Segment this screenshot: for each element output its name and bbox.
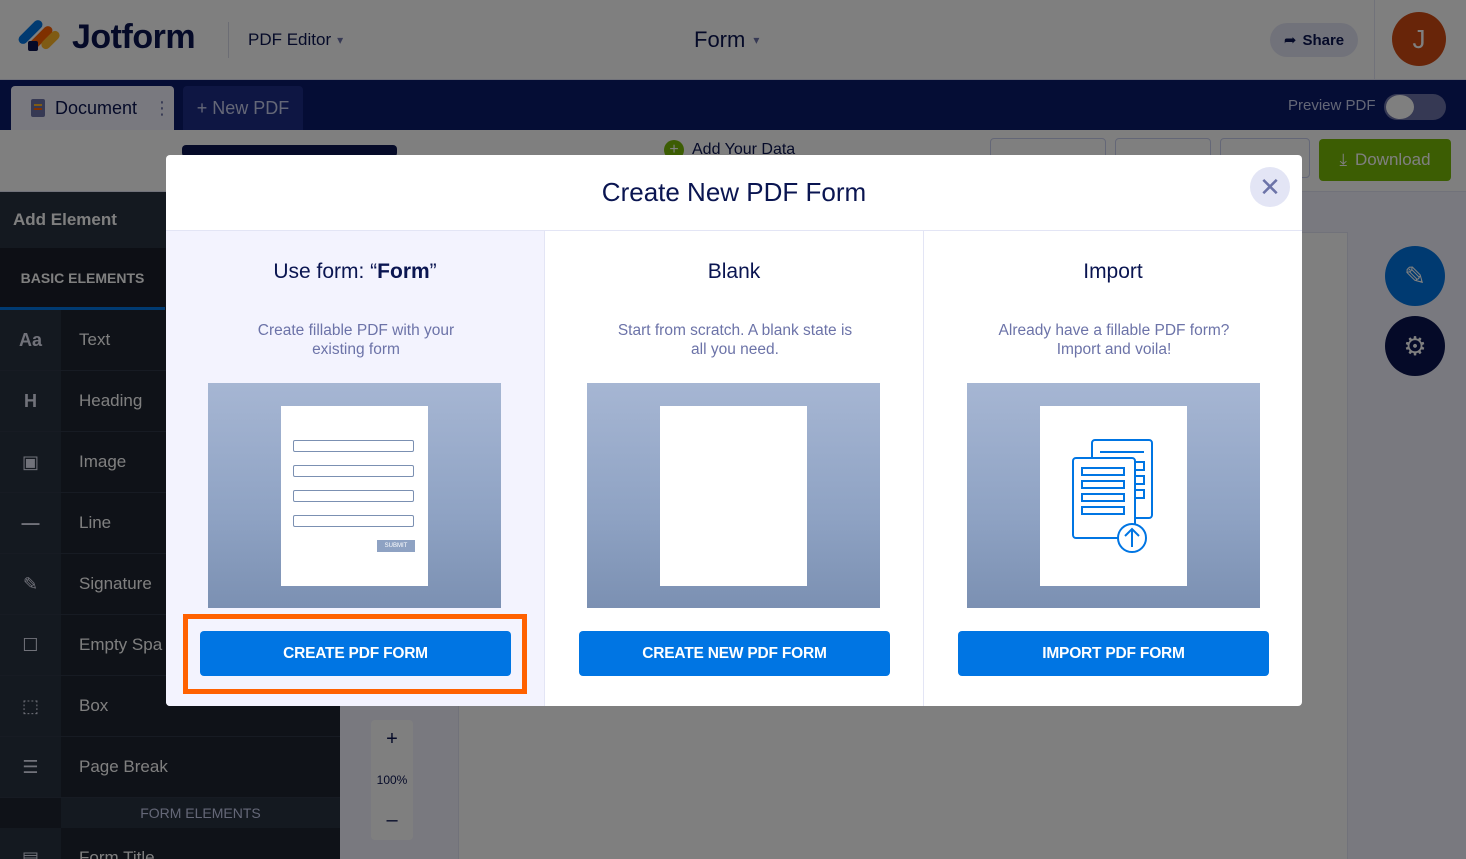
form-field <box>293 490 414 502</box>
create-new-pdf-form-button[interactable]: CREATE NEW PDF FORM <box>579 631 890 676</box>
option-title: Import <box>1083 260 1143 283</box>
create-pdf-form-button[interactable]: CREATE PDF FORM <box>200 631 511 676</box>
option-use-form[interactable]: Use form: “Form” Create fillable PDF wit… <box>166 231 545 706</box>
option-title-suffix: ” <box>429 260 437 283</box>
document-upload-icon <box>1072 439 1153 553</box>
option-description: Create fillable PDF with your existing f… <box>257 322 455 358</box>
option-description: Already have a fillable PDF form? Import… <box>998 322 1230 358</box>
modal-header: Create New PDF Form <box>166 155 1302 231</box>
option-title-form-name: Form <box>377 260 430 283</box>
import-sheet <box>1040 406 1187 586</box>
form-field <box>293 515 414 527</box>
modal-title: Create New PDF Form <box>601 177 867 207</box>
close-icon[interactable]: ✕ <box>1250 167 1290 207</box>
option-title-prefix: Use form: “ <box>273 260 378 283</box>
option-title: Use form: “Form” <box>166 260 544 284</box>
import-preview-thumbnail <box>967 383 1260 608</box>
option-description: Start from scratch. A blank state is all… <box>617 322 853 358</box>
option-title: Blank <box>707 260 761 283</box>
blank-sheet <box>660 406 807 586</box>
create-pdf-modal: Create New PDF Form ✕ Use form: “Form” C… <box>166 155 1302 706</box>
form-field <box>293 440 414 452</box>
import-pdf-form-button[interactable]: IMPORT PDF FORM <box>958 631 1269 676</box>
option-import[interactable]: Import Already have a fillable PDF form?… <box>924 231 1302 706</box>
blank-preview-thumbnail <box>587 383 880 608</box>
submit-mini-button: SUBMIT <box>377 540 415 552</box>
option-blank[interactable]: Blank Start from scratch. A blank state … <box>545 231 924 706</box>
form-preview-thumbnail: SUBMIT <box>208 383 501 608</box>
form-sheet: SUBMIT <box>281 406 428 586</box>
form-field <box>293 465 414 477</box>
